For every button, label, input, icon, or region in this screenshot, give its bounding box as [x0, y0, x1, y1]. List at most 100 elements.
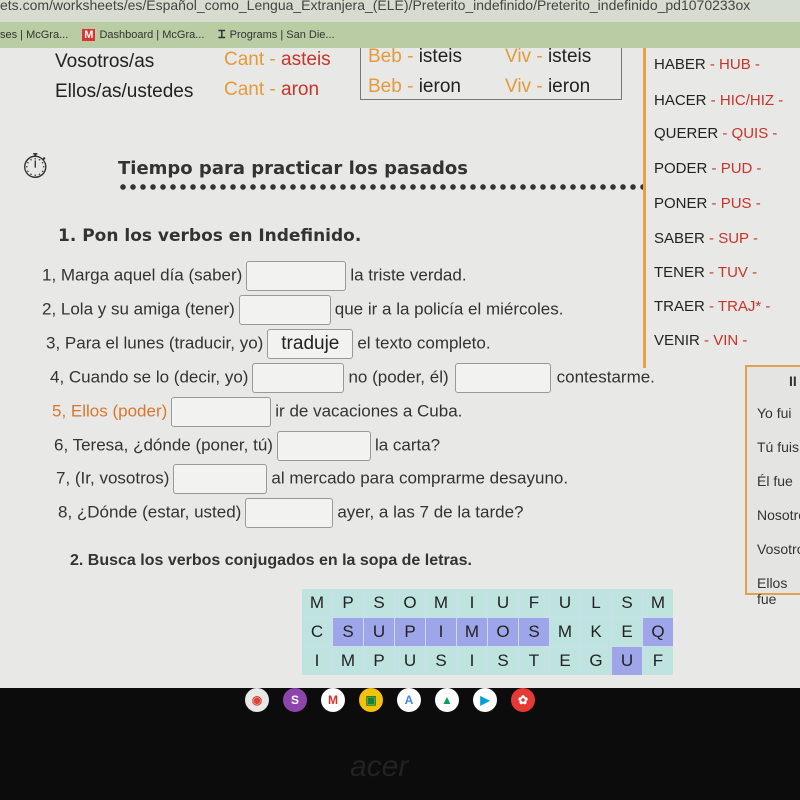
letter-cell[interactable]: C [302, 618, 332, 646]
answer-input[interactable]: traduje [267, 329, 354, 359]
table-row: Nosotro [757, 507, 800, 523]
bookmark-label: Programs | San Die... [229, 29, 335, 41]
letter-cell[interactable]: L [581, 589, 611, 617]
letter-cell[interactable]: T [519, 647, 549, 675]
separator: - [704, 264, 718, 281]
drive-icon[interactable]: ▲ [435, 688, 459, 712]
letter-cell[interactable]: F [643, 647, 673, 675]
letter-cell[interactable]: U [364, 618, 394, 646]
verb-stem: SUP - [718, 230, 758, 247]
letter-cell[interactable]: S [519, 618, 549, 646]
letter-cell[interactable]: U [550, 589, 580, 617]
bookmark-1[interactable]: ses | McGra... [0, 29, 68, 41]
exercise-item: 6, Teresa, ¿dónde (poner, tú) la carta? [54, 431, 440, 461]
verb-stem: TUV - [717, 264, 758, 281]
pronoun: Ellos/as/ustedes [55, 81, 194, 102]
answer-input[interactable] [245, 498, 334, 528]
letter-cell[interactable]: S [612, 589, 642, 617]
letter-cell[interactable]: P [395, 618, 425, 646]
letter-cell[interactable]: I [457, 589, 487, 617]
letter-cell[interactable]: S [333, 618, 363, 646]
bookmark-label: ses | McGra... [0, 29, 69, 41]
separator: - [707, 160, 721, 177]
bookmark-3[interactable]: Ꮖ Programs | San Die... [218, 29, 334, 42]
verb-stem: VIN - [713, 332, 748, 349]
letter-cell[interactable]: U [488, 589, 518, 617]
exercise-item: 8, ¿Dónde (estar, usted) ayer, a las 7 de… [58, 498, 524, 528]
table-row: Él fue [757, 473, 793, 489]
letter-cell[interactable]: M [426, 589, 456, 617]
answer-input[interactable] [276, 431, 371, 461]
verb-stem: HUB - [719, 56, 760, 73]
item-prompt: 5, Ellos (poder) [52, 401, 168, 421]
letter-cell[interactable]: P [333, 589, 363, 617]
chrome-icon[interactable]: ◉ [245, 688, 269, 712]
sound-icon[interactable]: S [283, 688, 307, 712]
letter-cell[interactable]: M [457, 618, 487, 646]
letter-cell[interactable]: O [488, 618, 518, 646]
letter-cell[interactable]: K [581, 618, 611, 646]
letter-cell[interactable]: M [302, 589, 332, 617]
separator: - [704, 230, 719, 247]
exercise-item: 5, Ellos (poder) ir de vacaciones a Cuba. [52, 397, 462, 427]
item-prompt: 7, (Ir, vosotros) [56, 468, 170, 488]
answer-input[interactable] [252, 363, 345, 393]
letter-cell[interactable]: I [426, 618, 456, 646]
mcgraw-m-icon: M [82, 29, 96, 41]
address-bar[interactable]: ets.com/worksheets/es/Español_como_Lengu… [0, 0, 800, 22]
letter-cell[interactable]: M [333, 647, 363, 675]
letter-cell[interactable]: S [488, 647, 518, 675]
docs-icon[interactable]: A [397, 688, 421, 712]
letter-cell[interactable]: I [302, 647, 332, 675]
irregular-verb: PODER - PUD - [654, 160, 762, 177]
answer-input-2[interactable] [454, 363, 551, 393]
letter-cell[interactable]: S [364, 589, 394, 617]
verb-name: HABER [654, 56, 706, 73]
answer-input[interactable] [246, 261, 347, 291]
play-store-icon[interactable]: ▶ [473, 688, 497, 712]
san-diego-icon: Ꮖ [218, 28, 226, 41]
worksheet-page: Vosotros/as Cant - asteis Beb - isteis V… [0, 48, 800, 688]
exercise-item: 4, Cuando se lo (decir, yo) no (poder, él… [50, 363, 655, 393]
table-row: Ellos fue [757, 575, 788, 607]
letter-cell[interactable]: M [643, 589, 673, 617]
item-continuation: que ir a la policía el miércoles. [334, 299, 564, 319]
irregular-verb: QUERER - QUIS - [654, 125, 777, 142]
irregular-verb: HABER - HUB - [654, 56, 760, 73]
divider [643, 48, 646, 368]
letter-cell[interactable]: Q [643, 618, 673, 646]
answer-input[interactable] [238, 295, 331, 325]
verb-name: QUERER [654, 125, 719, 142]
irregular-verb: TENER - TUV - [654, 264, 757, 281]
bookmarks-bar: ses | McGra... M Dashboard | McGra... Ꮖ Pr… [0, 22, 800, 48]
verb-name: SABER [654, 230, 705, 247]
separator: - [704, 298, 718, 315]
classroom-icon[interactable]: ▣ [359, 688, 383, 712]
answer-input[interactable] [173, 464, 268, 494]
table-row: Tú fuis [757, 439, 800, 455]
letter-cell[interactable]: M [550, 618, 580, 646]
verb-stem: TRAJ* - [717, 298, 771, 315]
url-text: ets.com/worksheets/es/Español_como_Lengu… [0, 0, 751, 13]
verb-name: PONER [654, 195, 708, 212]
letter-cell[interactable]: F [519, 589, 549, 617]
letter-cell[interactable]: G [581, 647, 611, 675]
letter-cell[interactable]: S [426, 647, 456, 675]
letter-cell[interactable]: P [364, 647, 394, 675]
letter-cell[interactable]: E [550, 647, 580, 675]
letter-cell[interactable]: O [395, 589, 425, 617]
irregular-verb: TRAER - TRAJ* - [654, 298, 770, 315]
bookmark-2[interactable]: M Dashboard | McGra... [82, 29, 204, 41]
verb-stem: PUD - [720, 160, 762, 177]
table-row: Vosotro [757, 541, 800, 557]
paint-icon[interactable]: ✿ [511, 688, 535, 712]
item-continuation: ir de vacaciones a Cuba. [275, 401, 463, 421]
answer-input[interactable] [171, 397, 272, 427]
letter-cell[interactable]: U [612, 647, 642, 675]
letter-cell[interactable]: E [612, 618, 642, 646]
gmail-icon[interactable]: M [321, 688, 345, 712]
letter-cell[interactable]: U [395, 647, 425, 675]
verb-name: PODER [654, 160, 708, 177]
shelf-apps: ◉ S M ▣ A ▲ ▶ ✿ [245, 688, 535, 712]
letter-cell[interactable]: I [457, 647, 487, 675]
